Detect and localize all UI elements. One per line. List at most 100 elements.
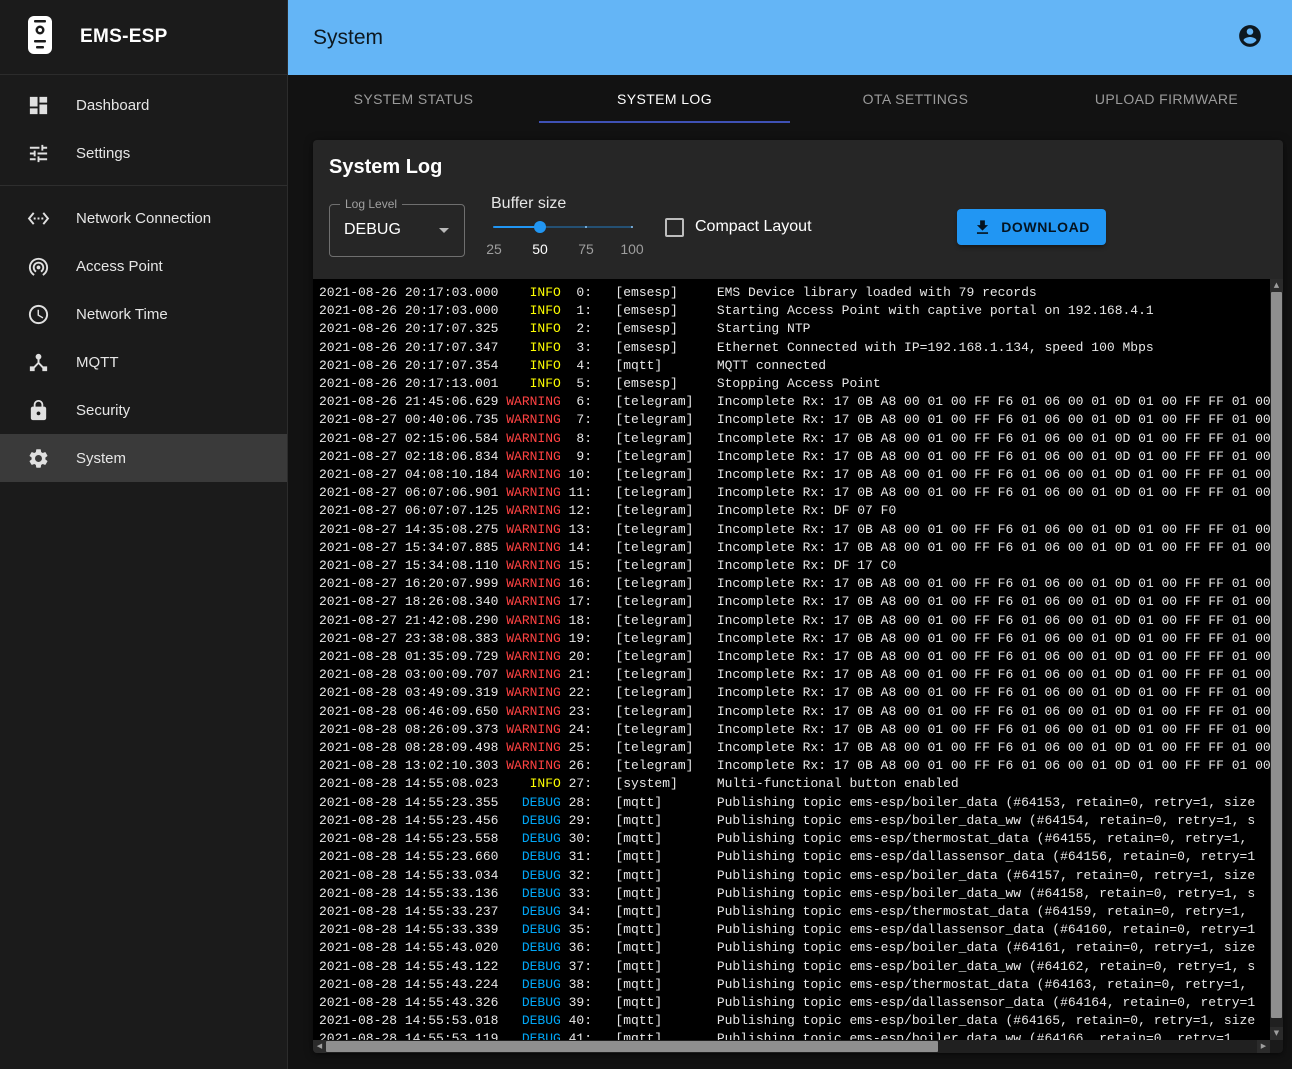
log-line: 2021-08-27 15:34:07.885WARNING14:[telegr… (319, 539, 1283, 557)
download-button[interactable]: DOWNLOAD (957, 209, 1106, 245)
log-lines: 2021-08-26 20:17:03.000INFO0:[emsesp]EMS… (313, 279, 1283, 1049)
account-button[interactable] (1230, 18, 1270, 58)
buffer-size-group: Buffer size 255075100 (491, 195, 643, 259)
log-level-select[interactable]: Log Level DEBUG (329, 204, 465, 257)
sidebar-item-access-point[interactable]: Access Point (0, 242, 287, 290)
log-line: 2021-08-28 08:26:09.373WARNING24:[telegr… (319, 721, 1283, 739)
log-line: 2021-08-28 14:55:43.224DEBUG38:[mqtt]Pub… (319, 976, 1283, 994)
buffer-slider-thumb[interactable] (534, 221, 546, 233)
download-button-label: DOWNLOAD (1001, 219, 1090, 235)
page-title: System (313, 26, 383, 50)
log-line: 2021-08-27 04:08:10.184WARNING10:[telegr… (319, 466, 1283, 484)
sidebar-divider (0, 185, 287, 186)
sidebar-item-label: Access Point (76, 258, 163, 275)
buffer-size-slider[interactable] (494, 213, 632, 241)
chevron-down-icon (432, 218, 456, 242)
sidebar-item-settings[interactable]: Settings (0, 129, 287, 177)
wifi-tethering-icon (26, 254, 50, 278)
sidebar-item-label: System (76, 450, 126, 467)
log-line: 2021-08-27 14:35:08.275WARNING13:[telegr… (319, 521, 1283, 539)
sidebar: EMS-ESP Dashboard Settings Network Connect… (0, 0, 288, 1069)
log-line: 2021-08-27 21:42:08.290WARNING18:[telegr… (319, 612, 1283, 630)
log-line: 2021-08-28 14:55:33.034DEBUG32:[mqtt]Pub… (319, 867, 1283, 885)
log-line: 2021-08-26 20:17:03.000INFO1:[emsesp]Sta… (319, 302, 1283, 320)
log-line: 2021-08-28 13:02:10.303WARNING26:[telegr… (319, 757, 1283, 775)
log-line: 2021-08-27 06:07:07.125WARNING12:[telegr… (319, 502, 1283, 520)
sidebar-item-label: Settings (76, 145, 130, 162)
log-line: 2021-08-26 20:17:07.347INFO3:[emsesp]Eth… (319, 339, 1283, 357)
sidebar-item-mqtt[interactable]: MQTT (0, 338, 287, 386)
compact-layout-label: Compact Layout (695, 218, 812, 236)
clock-icon (26, 302, 50, 326)
log-line: 2021-08-28 14:55:43.122DEBUG37:[mqtt]Pub… (319, 958, 1283, 976)
log-line: 2021-08-28 14:55:23.558DEBUG30:[mqtt]Pub… (319, 830, 1283, 848)
log-line: 2021-08-28 14:55:23.660DEBUG31:[mqtt]Pub… (319, 848, 1283, 866)
system-log-card: System Log Log Level DEBUG Buffer size (313, 140, 1283, 1053)
sidebar-item-label: Network Connection (76, 210, 211, 227)
sidebar-item-label: MQTT (76, 354, 119, 371)
buffer-slider-labels: 255075100 (494, 241, 632, 259)
log-line: 2021-08-28 14:55:33.136DEBUG33:[mqtt]Pub… (319, 885, 1283, 903)
horizontal-scrollbar[interactable]: ◀ ▶ (313, 1040, 1270, 1053)
sidebar-item-network-connection[interactable]: Network Connection (0, 194, 287, 242)
vertical-scroll-thumb[interactable] (1271, 292, 1282, 1018)
dashboard-icon (26, 93, 50, 117)
tune-icon (26, 141, 50, 165)
scroll-left-arrow-icon[interactable]: ◀ (313, 1040, 326, 1053)
tab-system-status[interactable]: SYSTEM STATUS (288, 75, 539, 123)
gear-icon (26, 446, 50, 470)
log-line: 2021-08-27 02:15:06.584WARNING8:[telegra… (319, 430, 1283, 448)
sidebar-item-security[interactable]: Security (0, 386, 287, 434)
scroll-up-arrow-icon[interactable]: ▲ (1270, 279, 1283, 292)
log-line: 2021-08-28 14:55:43.020DEBUG36:[mqtt]Pub… (319, 939, 1283, 957)
ems-esp-logo-icon (27, 14, 53, 61)
lock-icon (26, 398, 50, 422)
log-line: 2021-08-28 14:55:23.456DEBUG29:[mqtt]Pub… (319, 812, 1283, 830)
scroll-right-arrow-icon[interactable]: ▶ (1257, 1040, 1270, 1053)
log-line: 2021-08-26 20:17:07.354INFO4:[mqtt]MQTT … (319, 357, 1283, 375)
slider-mark-label: 100 (620, 241, 643, 257)
log-terminal: 2021-08-26 20:17:03.000INFO0:[emsesp]EMS… (313, 279, 1283, 1053)
sidebar-item-network-time[interactable]: Network Time (0, 290, 287, 338)
log-line: 2021-08-28 14:55:08.023INFO27:[system]Mu… (319, 775, 1283, 793)
slider-mark-label: 75 (578, 241, 594, 257)
sidebar-item-system[interactable]: System (0, 434, 287, 482)
log-line: 2021-08-26 20:17:03.000INFO0:[emsesp]EMS… (319, 284, 1283, 302)
app-title: EMS-ESP (80, 26, 168, 48)
log-line: 2021-08-27 06:07:06.901WARNING11:[telegr… (319, 484, 1283, 502)
compact-layout-checkbox[interactable]: Compact Layout (665, 218, 812, 237)
log-line: 2021-08-28 01:35:09.729WARNING20:[telegr… (319, 648, 1283, 666)
log-line: 2021-08-28 08:28:09.498WARNING25:[telegr… (319, 739, 1283, 757)
controls-row: Log Level DEBUG Buffer size (329, 195, 1267, 259)
log-line: 2021-08-28 03:49:09.319WARNING22:[telegr… (319, 684, 1283, 702)
scroll-down-arrow-icon[interactable]: ▼ (1270, 1027, 1283, 1040)
log-line: 2021-08-28 06:46:09.650WARNING23:[telegr… (319, 703, 1283, 721)
account-circle-icon (1237, 23, 1263, 52)
log-line: 2021-08-27 18:26:08.340WARNING17:[telegr… (319, 593, 1283, 611)
horizontal-scroll-thumb[interactable] (326, 1041, 938, 1052)
sidebar-nav: Dashboard Settings Network Connection Acces… (0, 75, 287, 482)
log-level-value: DEBUG (344, 221, 401, 239)
download-icon (973, 218, 992, 237)
vertical-scrollbar[interactable]: ▲ ▼ (1270, 279, 1283, 1040)
buffer-size-label: Buffer size (491, 195, 643, 213)
scrollbar-corner (1270, 1040, 1283, 1053)
sidebar-item-dashboard[interactable]: Dashboard (0, 81, 287, 129)
log-line: 2021-08-28 14:55:33.339DEBUG35:[mqtt]Pub… (319, 921, 1283, 939)
log-line: 2021-08-27 00:40:06.735WARNING7:[telegra… (319, 411, 1283, 429)
ethernet-icon (26, 206, 50, 230)
sidebar-header: EMS-ESP (0, 0, 287, 75)
tab-system-log[interactable]: SYSTEM LOG (539, 75, 790, 123)
sidebar-item-label: Dashboard (76, 97, 149, 114)
panel-title: System Log (329, 156, 1267, 179)
tab-bar: SYSTEM STATUSSYSTEM LOGOTA SETTINGSUPLOA… (288, 75, 1292, 123)
tab-upload-firmware[interactable]: UPLOAD FIRMWARE (1041, 75, 1292, 123)
sidebar-item-label: Network Time (76, 306, 168, 323)
slider-mark-label: 50 (532, 241, 548, 257)
log-line: 2021-08-27 16:20:07.999WARNING16:[telegr… (319, 575, 1283, 593)
slider-mark-label: 25 (486, 241, 502, 257)
log-line: 2021-08-28 03:00:09.707WARNING21:[telegr… (319, 666, 1283, 684)
checkbox-unchecked-icon (665, 218, 684, 237)
tab-ota-settings[interactable]: OTA SETTINGS (790, 75, 1041, 123)
card-head: System Log Log Level DEBUG Buffer size (313, 140, 1283, 279)
